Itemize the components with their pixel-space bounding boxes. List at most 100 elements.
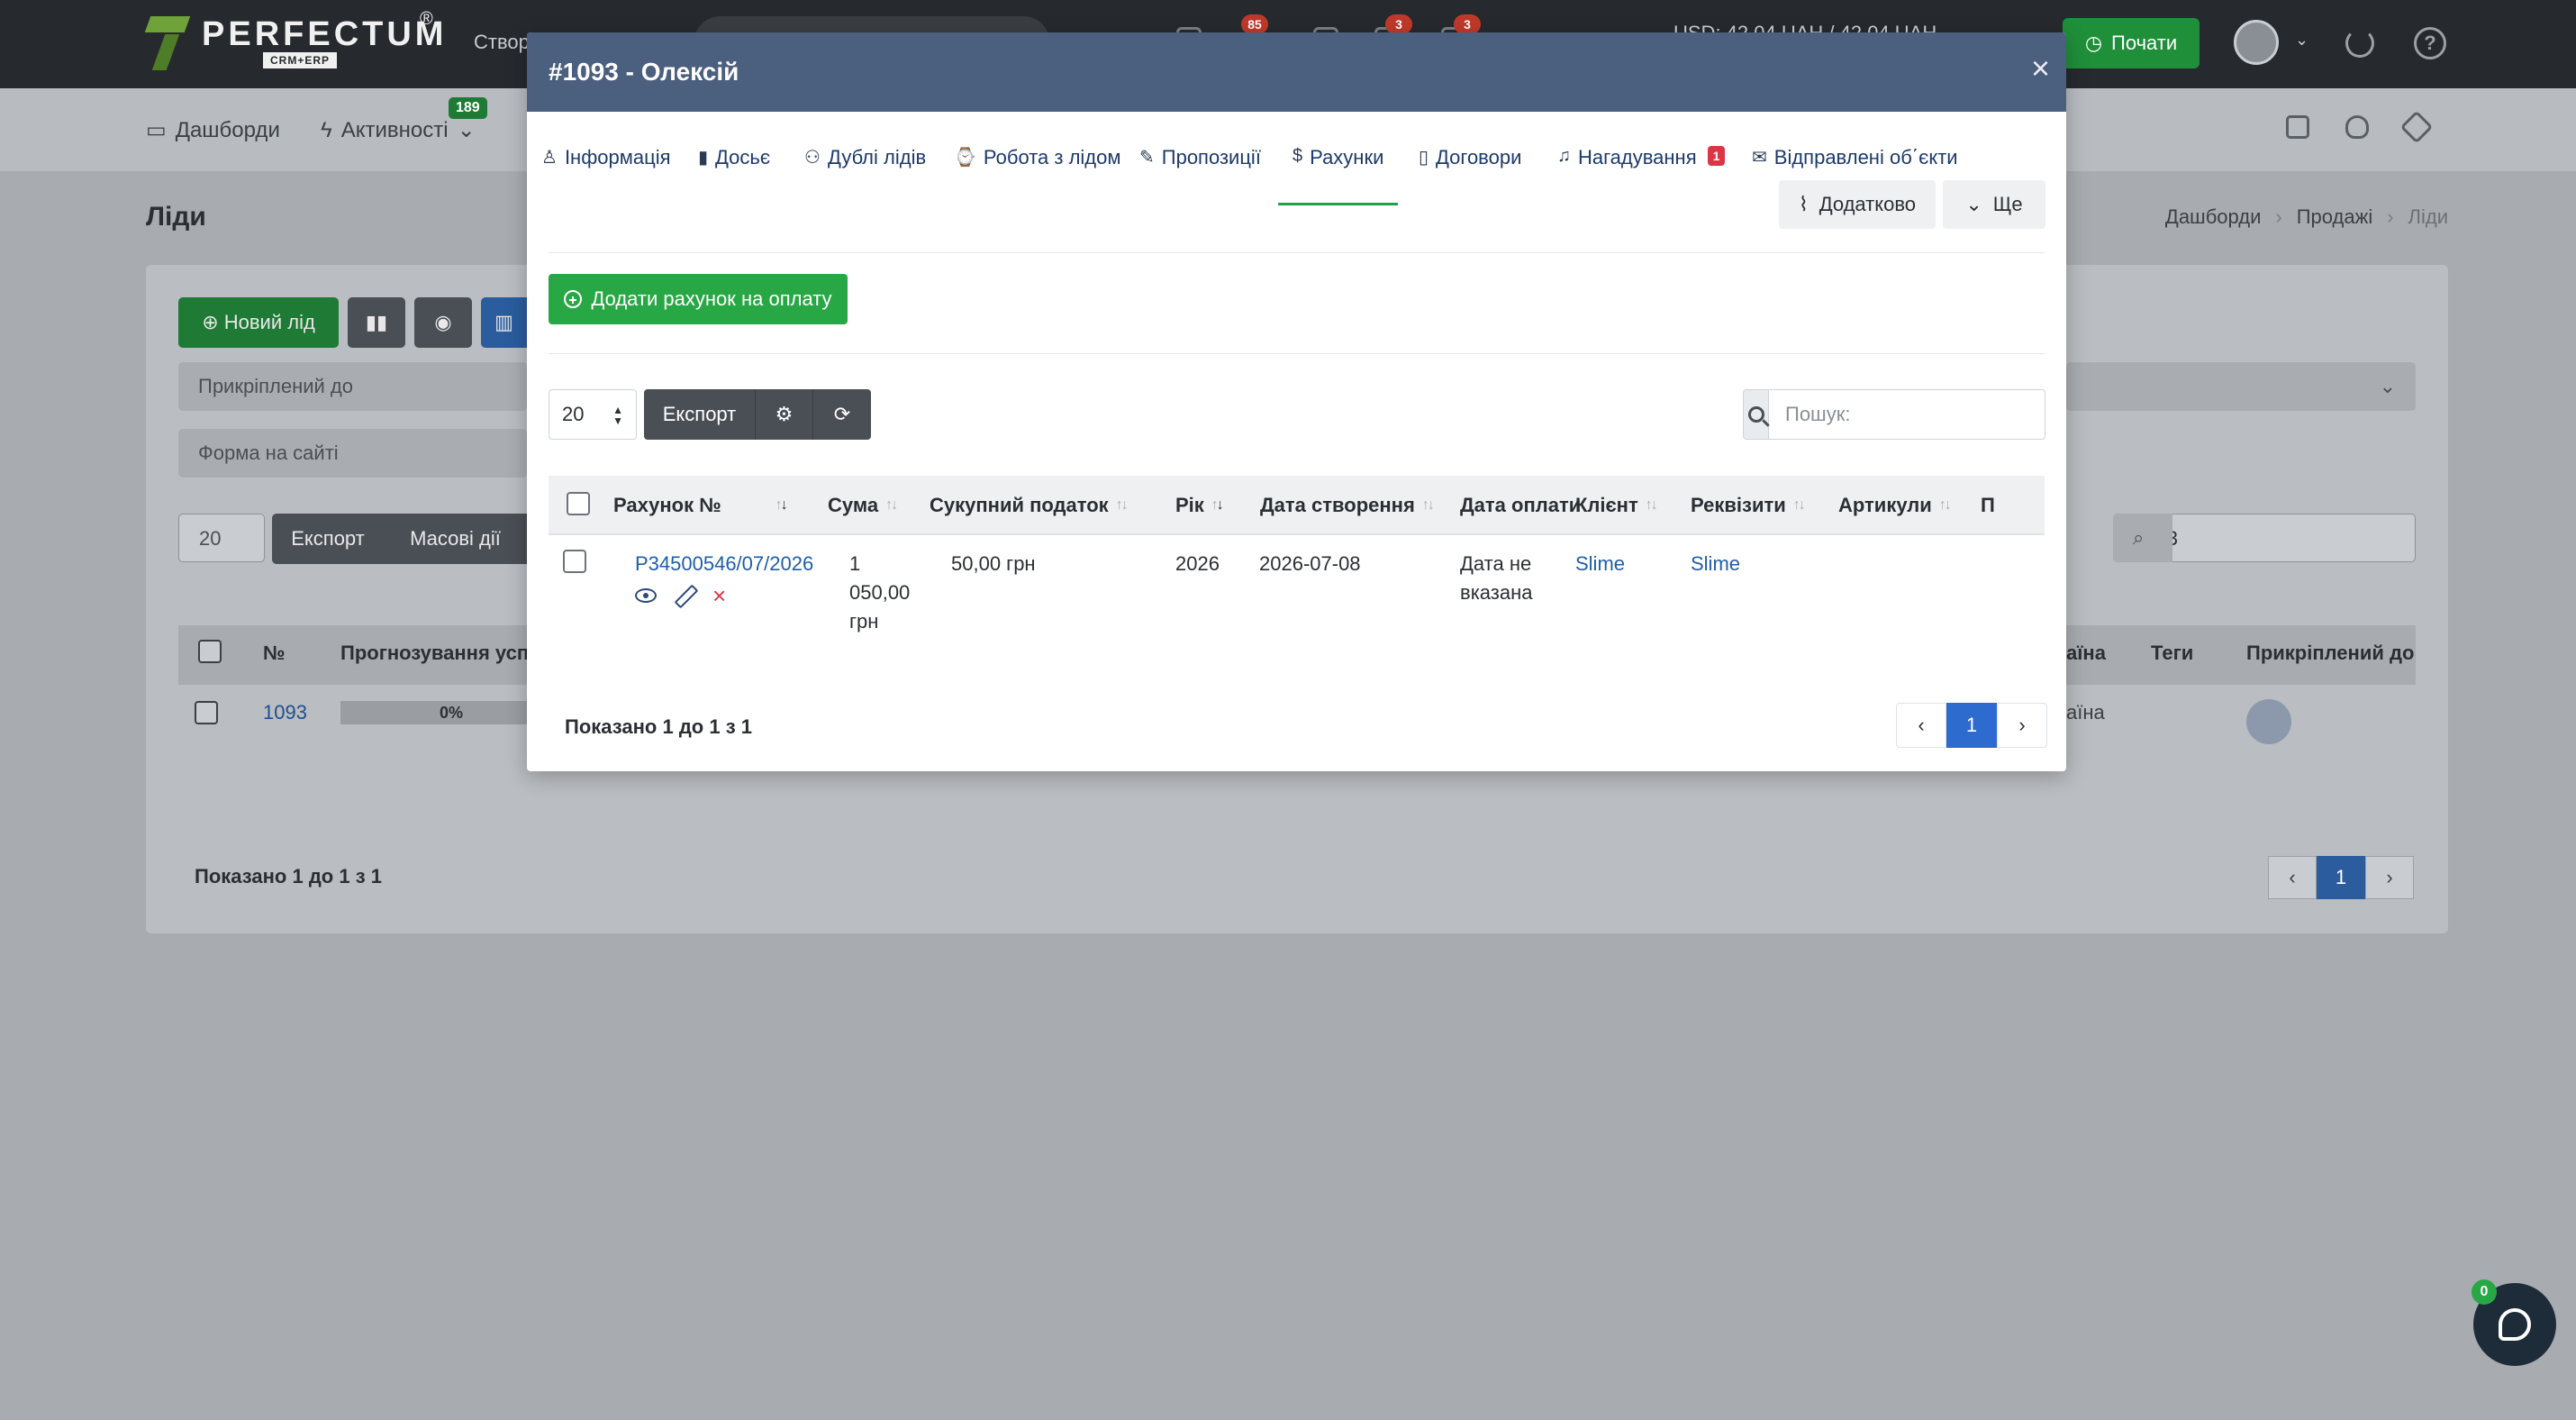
row-checkbox[interactable]: [563, 550, 586, 573]
chevron-down-icon: ⌄: [2379, 375, 2396, 397]
breadcrumb-chevron-icon: ›: [2275, 205, 2282, 228]
target-view-button[interactable]: ◉: [414, 297, 472, 348]
col-requisites[interactable]: Реквізити ↑↓: [1691, 494, 1806, 517]
tab-dossier[interactable]: ▮ Досьє: [698, 146, 770, 205]
bg-select-all-checkbox[interactable]: [198, 640, 222, 663]
refresh-button[interactable]: ⟳: [813, 389, 871, 440]
add-invoice-button[interactable]: Додати рахунок на оплату: [549, 274, 848, 324]
extra-label: Додатково: [1819, 193, 1917, 215]
col-invoice-number[interactable]: Рахунок № ↑↓: [613, 494, 788, 517]
col-amount[interactable]: Сума ↑↓: [828, 494, 898, 517]
more-button[interactable]: ⌄ Ще: [1943, 180, 2045, 229]
new-lead-button[interactable]: ⊕ Новий лід: [178, 297, 339, 348]
bg-col-number[interactable]: №: [263, 642, 286, 665]
book-icon: ▮: [698, 148, 709, 168]
sort-desc-icon: ↑↓: [1211, 497, 1224, 513]
start-timer-button[interactable]: ◷ Почати: [2063, 18, 2200, 68]
next-page-button[interactable]: ›: [1997, 703, 2047, 748]
table-tools: Експорт ⚙ ⟳: [644, 389, 871, 440]
col-label: Рік: [1175, 494, 1204, 516]
create-menu[interactable]: Створ: [474, 31, 530, 54]
target-icon: ◉: [434, 311, 452, 333]
chart-view-button[interactable]: ▮▮: [348, 297, 405, 348]
layers-icon[interactable]: [2286, 115, 2309, 139]
col-label: Сума: [828, 494, 879, 516]
bar-chart-icon: ▮▮: [365, 311, 388, 333]
view-icon[interactable]: [635, 588, 657, 603]
bg-row-id[interactable]: 1093: [263, 701, 307, 724]
delete-icon[interactable]: ×: [712, 584, 726, 607]
divider: [549, 353, 2045, 354]
bg-prev-page[interactable]: ‹: [2268, 856, 2317, 899]
tab-proposals[interactable]: ✎ Пропозиції: [1139, 146, 1261, 205]
kanban-view-button[interactable]: ▥: [481, 297, 527, 348]
bg-next-page[interactable]: ›: [2365, 856, 2414, 899]
chevron-down-icon: ⌄: [457, 118, 476, 142]
edit-icon[interactable]: [675, 586, 694, 605]
col-articles[interactable]: Артикули ↑↓: [1838, 494, 1952, 517]
bg-col-country[interactable]: аїна: [2066, 642, 2106, 665]
col-label: Рахунок №: [613, 494, 721, 516]
tab-invoices[interactable]: $ Рахунки: [1278, 146, 1399, 205]
search-input[interactable]: [1768, 389, 2045, 440]
tab-reminders[interactable]: ♫ Нагадування 1: [1557, 146, 1726, 205]
power-icon[interactable]: [2345, 29, 2374, 58]
tab-label: Інформація: [564, 146, 671, 168]
invoice-requisites-link[interactable]: Slime: [1691, 550, 1740, 578]
help-icon[interactable]: ?: [2414, 27, 2446, 59]
page-length-select[interactable]: 20 ▲ ▼: [549, 389, 637, 440]
col-more[interactable]: П: [1981, 494, 1995, 517]
close-icon[interactable]: ×: [2031, 52, 2050, 85]
sort-icon: ↑↓: [1115, 497, 1129, 513]
form-filter[interactable]: Форма на сайті: [178, 429, 527, 478]
invoice-tax: 50,00 грн: [951, 552, 1036, 575]
breadcrumb-item[interactable]: Дашборди: [2165, 205, 2261, 229]
invoice-number-link[interactable]: P34500546/07/2026: [635, 550, 813, 578]
col-created[interactable]: Дата створення ↑↓: [1260, 494, 1435, 517]
fire-icon[interactable]: [2345, 115, 2369, 139]
prev-page-button[interactable]: ‹: [1896, 703, 1946, 748]
nav-item-activities[interactable]: ϟ Активності ⌄: [321, 117, 476, 143]
amount-line: грн: [849, 610, 879, 633]
attached-filter[interactable]: Прикріплений до: [178, 362, 527, 411]
refresh-icon: ⟳: [833, 403, 851, 425]
bg-page-length[interactable]: 20: [178, 514, 265, 562]
bg-col-tags[interactable]: Теги: [2151, 642, 2193, 665]
settings-button[interactable]: ⚙: [756, 389, 813, 440]
col-total-tax[interactable]: Сукупний податок ↑↓: [930, 494, 1129, 517]
col-client[interactable]: Клієнт ↑↓: [1575, 494, 1658, 517]
bg-row-avatar[interactable]: [2246, 699, 2291, 744]
tab-contracts[interactable]: ▯ Договори: [1419, 146, 1521, 205]
bg-row-checkbox[interactable]: [195, 701, 218, 724]
filter-dropdown[interactable]: ⌄: [2066, 362, 2416, 411]
bg-col-attached[interactable]: Прикріплений до: [2246, 642, 2414, 665]
sort-icon: ↑↓: [1792, 497, 1806, 513]
bg-page-1[interactable]: 1: [2317, 856, 2365, 899]
tab-lead-work[interactable]: ⌚ Робота з лідом: [954, 146, 1121, 205]
breadcrumb-item[interactable]: Продажі: [2297, 205, 2372, 229]
bg-export-button[interactable]: Експорт: [272, 514, 384, 564]
bg-col-forecast[interactable]: Прогнозування успі: [340, 642, 534, 665]
bell-icon: ♫: [1557, 146, 1571, 166]
plus-circle-icon: ⊕: [202, 311, 224, 333]
logo[interactable]: PERFECTUM CRM+ERP ®: [144, 9, 447, 72]
user-avatar[interactable]: [2234, 20, 2279, 65]
chevron-down-icon[interactable]: ⌄: [2295, 31, 2308, 50]
divider: [549, 252, 2045, 253]
sort-icon: ↑↓: [885, 497, 898, 513]
tab-label: Дублі лідів: [827, 146, 927, 168]
col-year[interactable]: Рік ↑↓: [1175, 494, 1224, 517]
invoice-amount: 1 050,00 грн: [849, 550, 910, 636]
tab-info[interactable]: ♙ Інформація: [541, 146, 671, 205]
select-all-checkbox[interactable]: [567, 492, 590, 515]
export-button[interactable]: Експорт: [644, 389, 756, 440]
extra-button[interactable]: ⌇ Додатково: [1779, 180, 1936, 229]
page-1-button[interactable]: 1: [1946, 703, 1997, 748]
nav-item-dashboards[interactable]: ▭ Дашборди: [146, 117, 280, 143]
bg-mass-actions-button[interactable]: Масові дії: [384, 514, 527, 564]
tab-duplicates[interactable]: ⚇ Дублі лідів: [804, 146, 926, 205]
chat-badge: 0: [2472, 1279, 2497, 1305]
invoice-client-link[interactable]: Slime: [1575, 550, 1625, 578]
new-lead-label: Новий лід: [223, 311, 315, 333]
nav-item-label: Активності: [340, 117, 449, 142]
